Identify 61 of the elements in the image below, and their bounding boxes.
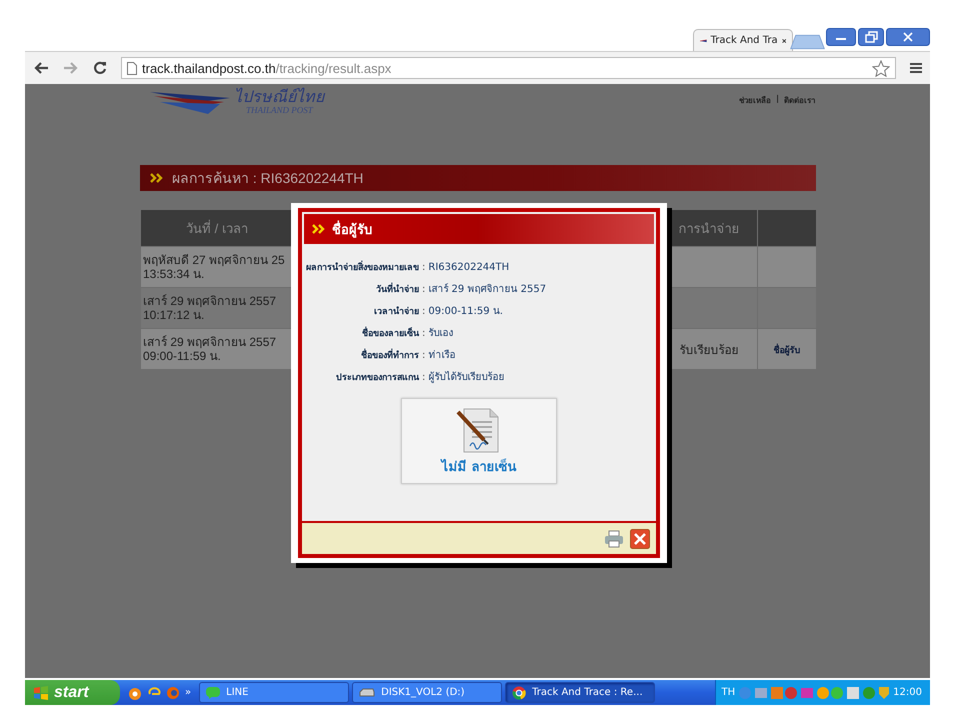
field-value: ผู้รับได้รับเรียบร้อย: [428, 370, 506, 384]
signature-caption: ไม่มี ลายเซ็น: [442, 458, 516, 476]
language-indicator[interactable]: TH: [722, 687, 736, 698]
taskbar-button[interactable]: DISK1_VOL2 (D:): [352, 682, 502, 703]
header-link[interactable]: ติดต่อเรา: [784, 94, 815, 140]
app-icon[interactable]: [128, 686, 142, 700]
date-time-cell: เสาร์ 29 พฤศจิกายน 2557 10:17:12 น.: [143, 294, 276, 322]
browser-icon: [512, 686, 526, 700]
double-chevron-icon: [150, 173, 164, 183]
clock: 12:00: [893, 687, 922, 698]
browser-tab[interactable]: Track And Tra: [693, 29, 793, 51]
back-icon[interactable]: [33, 61, 49, 75]
field-separator: :: [422, 284, 426, 295]
reload-icon[interactable]: [93, 61, 107, 75]
page-icon: [127, 62, 137, 74]
logo-text: ไปรษณีย์ไทย: [234, 90, 324, 106]
field-value: รับเอง: [428, 327, 454, 340]
field-separator: :: [422, 328, 426, 339]
start-button[interactable]: start: [25, 680, 120, 705]
menu-icon[interactable]: [910, 62, 922, 74]
field-separator: :: [422, 306, 426, 317]
close-icon[interactable]: [782, 36, 786, 44]
dialog-title: ชื่อผู้รับ: [332, 220, 372, 240]
field-label: เวลานำจ่าย: [373, 305, 419, 318]
field-value: 09:00-11:59 น.: [428, 305, 504, 318]
field-label: ชื่อของลายเซ็น: [306, 326, 419, 340]
link-separator: |: [776, 94, 779, 105]
field-label: ผลการนำจ่ายสิ่งของหมายเลข: [306, 260, 419, 274]
taskbar-button[interactable]: Track And Trace : Re...: [505, 682, 656, 703]
close-icon[interactable]: [886, 28, 930, 46]
address-field[interactable]: track.thailandpost.co.th/tracking/result.aspx: [121, 57, 896, 79]
field-separator: :: [422, 372, 426, 383]
field-separator: :: [422, 350, 426, 361]
field-label: ประเภทของการสแกน: [335, 372, 419, 384]
restore-icon[interactable]: [858, 28, 884, 46]
field-label: วันที่นำจ่าย: [306, 282, 419, 296]
double-chevron-icon: [312, 224, 326, 234]
overflow-chevron[interactable]: »: [185, 687, 192, 698]
date-time-cell: เสาร์ 29 พฤศจิกายน 2557 09:00-11:59 น.: [143, 334, 276, 364]
close-icon[interactable]: [630, 528, 650, 548]
logo-icon: [150, 90, 230, 116]
drive-icon: [359, 688, 376, 698]
column-header: วันที่ / เวลา: [140, 210, 294, 246]
chat-icon: [206, 686, 220, 698]
header-link[interactable]: ช่วยเหลือ: [739, 94, 772, 140]
date-time-cell: พฤหัสบดี 27 พฤศจิกายน 25 13:53:34 น.: [143, 252, 285, 282]
recipient-link[interactable]: ชื่อผู้รับ: [774, 344, 801, 354]
taskbar-button[interactable]: LINE: [199, 682, 350, 703]
field-value: ท่าเรือ: [428, 348, 456, 362]
field-label: ชื่อของที่ทำการ: [306, 348, 419, 362]
field-value: RI636202244TH: [428, 262, 510, 273]
print-icon[interactable]: [604, 530, 624, 548]
status-text: รับเรียบร้อย: [679, 342, 738, 356]
site-icon: [700, 38, 707, 44]
field-separator: :: [422, 262, 426, 273]
minimize-icon[interactable]: [826, 28, 856, 46]
field-value: เสาร์ 29 พฤศจิกายน 2557: [428, 282, 548, 296]
tab-title: Track And Tra: [710, 35, 778, 46]
star-icon[interactable]: [872, 60, 890, 76]
windows-logo-icon: [33, 686, 49, 700]
results-title: ผลการค้นหา : RI636202244TH: [172, 169, 364, 188]
